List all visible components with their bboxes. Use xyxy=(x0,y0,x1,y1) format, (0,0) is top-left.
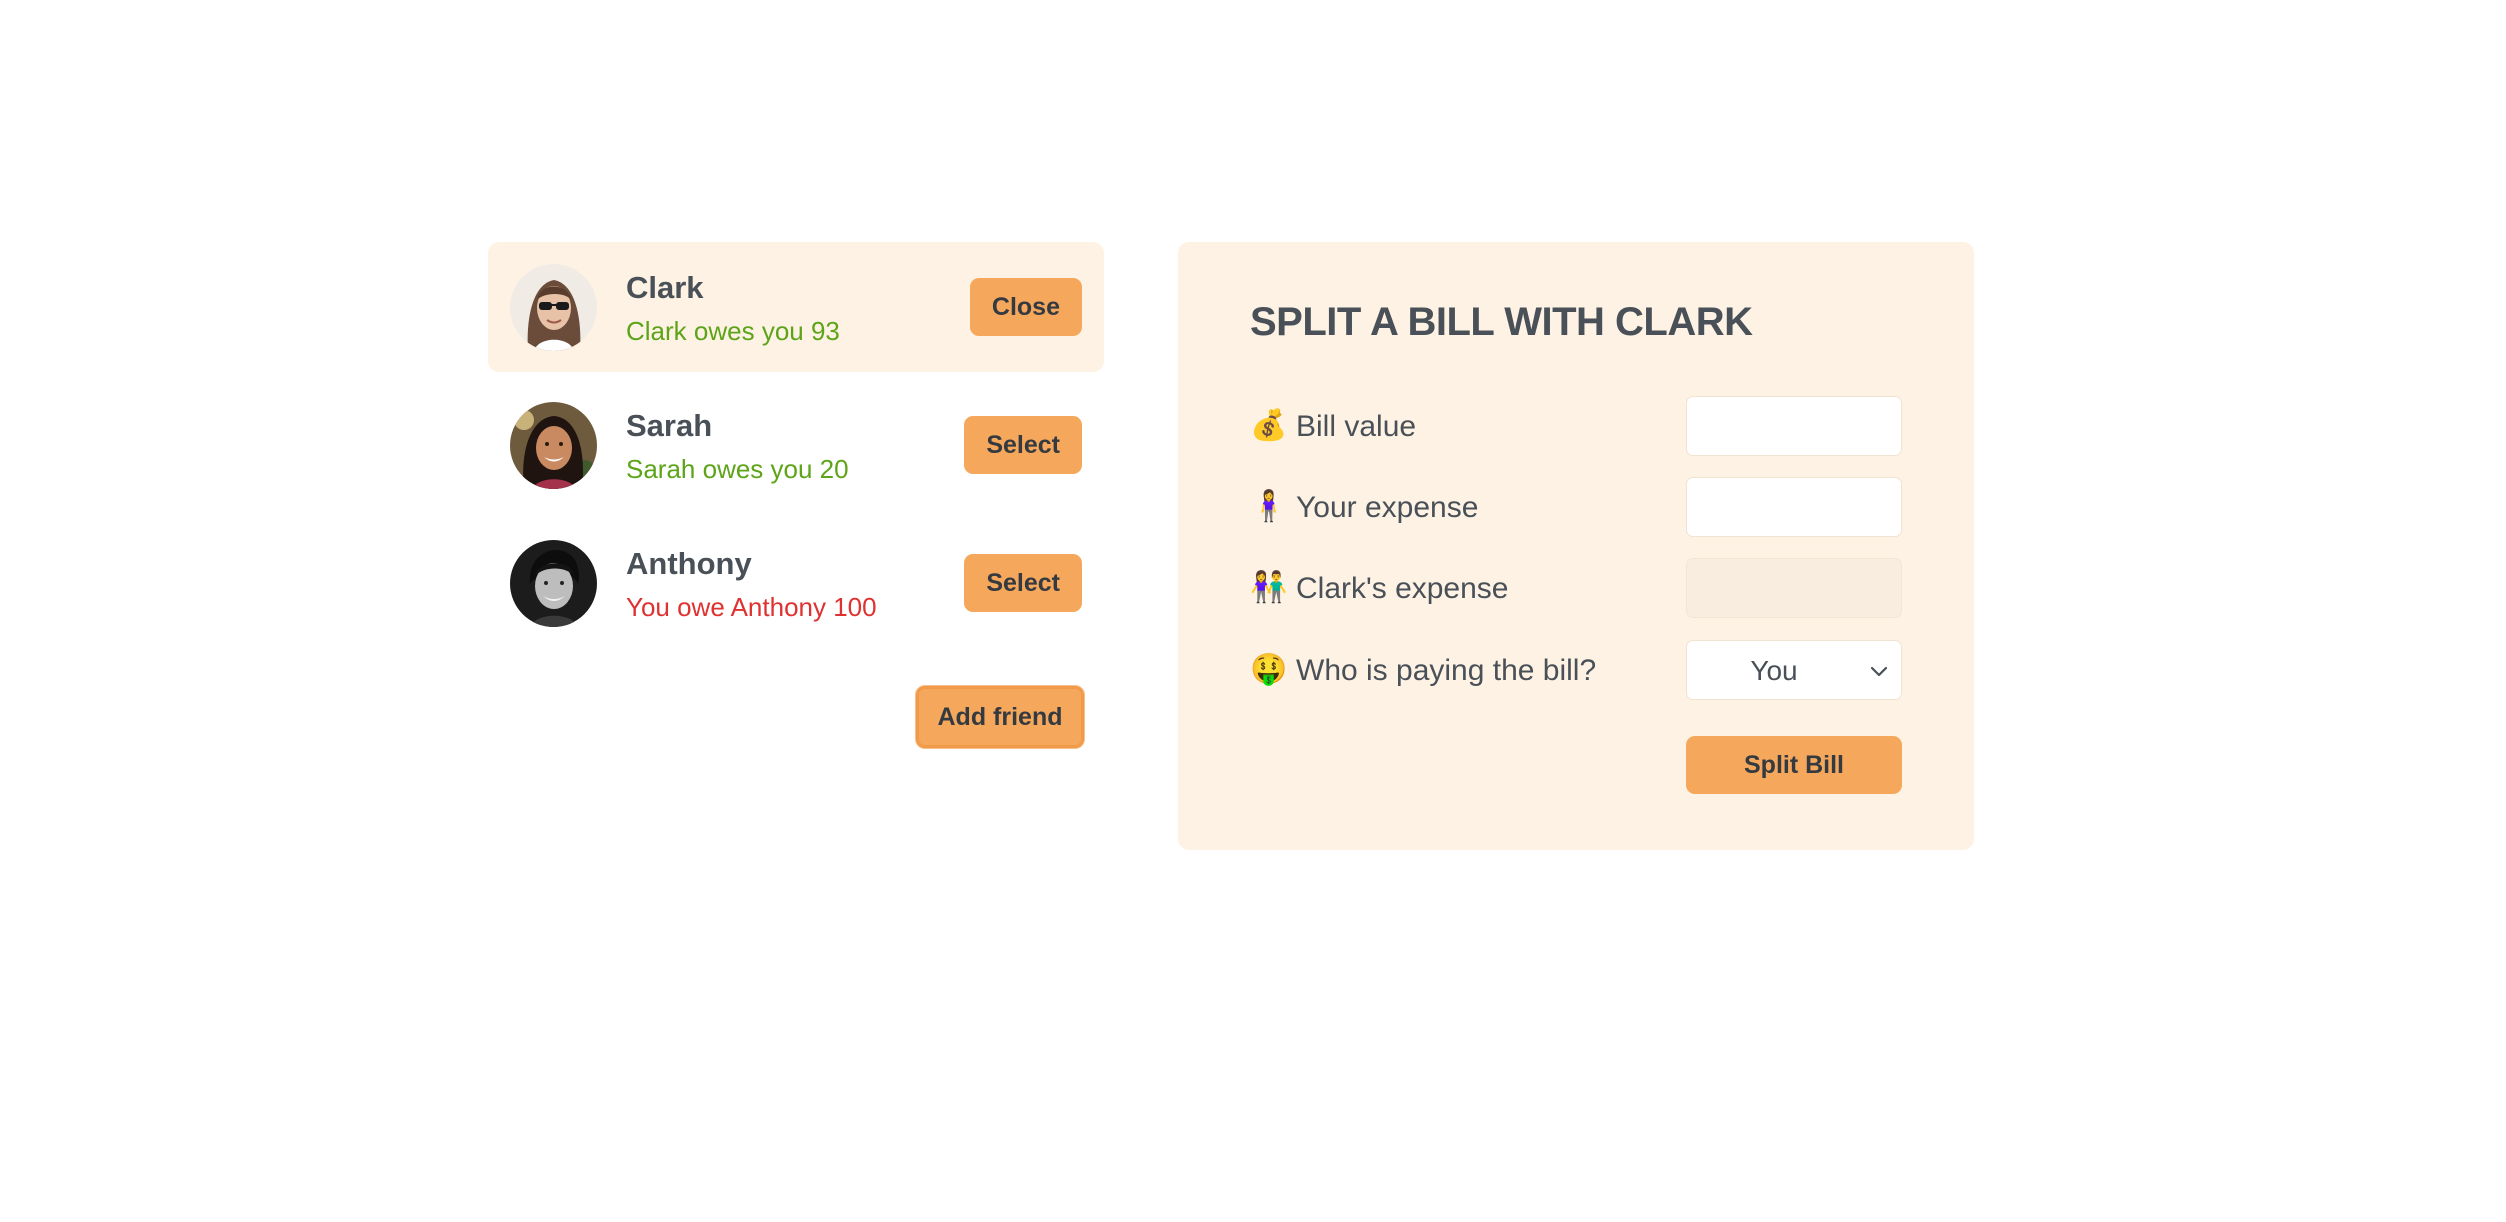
split-bill-form: SPLIT A BILL WITH CLARK 💰 Bill value 🧍‍♀… xyxy=(1178,242,1974,850)
friend-item-anthony[interactable]: Anthony You owe Anthony 100 Select xyxy=(488,518,1104,648)
friend-expense-row: 👫 Clark's expense xyxy=(1250,558,1902,618)
payer-select-value: You xyxy=(1750,655,1798,686)
add-friend-button[interactable]: Add friend xyxy=(916,686,1084,748)
friend-balance: You owe Anthony 100 xyxy=(626,592,877,622)
your-expense-row: 🧍‍♀️ Your expense xyxy=(1250,477,1902,537)
chevron-down-icon xyxy=(1870,666,1888,677)
avatar xyxy=(510,402,597,489)
friend-expense-label: Clark's expense xyxy=(1296,572,1509,605)
payer-label: Who is paying the bill? xyxy=(1296,654,1597,687)
avatar xyxy=(510,540,597,627)
form-title: SPLIT A BILL WITH CLARK xyxy=(1250,300,1753,344)
bill-value-input[interactable] xyxy=(1686,396,1902,456)
friend-balance: Clark owes you 93 xyxy=(626,316,840,346)
close-button[interactable]: Close xyxy=(969,278,1082,336)
sarah-avatar-image xyxy=(510,402,597,489)
your-expense-input[interactable] xyxy=(1686,477,1902,537)
select-button[interactable]: Select xyxy=(964,416,1082,474)
clark-avatar-image xyxy=(510,264,597,351)
couple-icon: 👫 xyxy=(1250,571,1288,604)
friend-name: Clark xyxy=(626,270,704,305)
payer-select[interactable]: You xyxy=(1686,640,1902,700)
bill-value-row: 💰 Bill value xyxy=(1250,396,1902,456)
money-mouth-face-icon: 🤑 xyxy=(1250,653,1288,686)
friend-name: Anthony xyxy=(626,546,752,581)
friend-item-clark[interactable]: Clark Clark owes you 93 Close xyxy=(488,242,1104,372)
anthony-avatar-image xyxy=(510,540,597,627)
avatar xyxy=(510,264,597,351)
friends-sidebar: Clark Clark owes you 93 Close Sarah Sara… xyxy=(488,242,1104,748)
friend-expense-input xyxy=(1686,558,1902,618)
bill-value-label: Bill value xyxy=(1296,410,1417,443)
friend-balance: Sarah owes you 20 xyxy=(626,454,849,484)
money-bag-icon: 💰 xyxy=(1250,409,1288,442)
split-bill-button[interactable]: Split Bill xyxy=(1686,736,1902,794)
friend-item-sarah[interactable]: Sarah Sarah owes you 20 Select xyxy=(488,380,1104,510)
your-expense-label: Your expense xyxy=(1296,491,1479,524)
person-standing-icon: 🧍‍♀️ xyxy=(1250,490,1288,523)
friend-name: Sarah xyxy=(626,408,713,443)
eat-n-split-app: Clark Clark owes you 93 Close Sarah Sara… xyxy=(0,0,2506,1222)
payer-row: 🤑 Who is paying the bill? You xyxy=(1250,640,1902,700)
select-button[interactable]: Select xyxy=(964,554,1082,612)
